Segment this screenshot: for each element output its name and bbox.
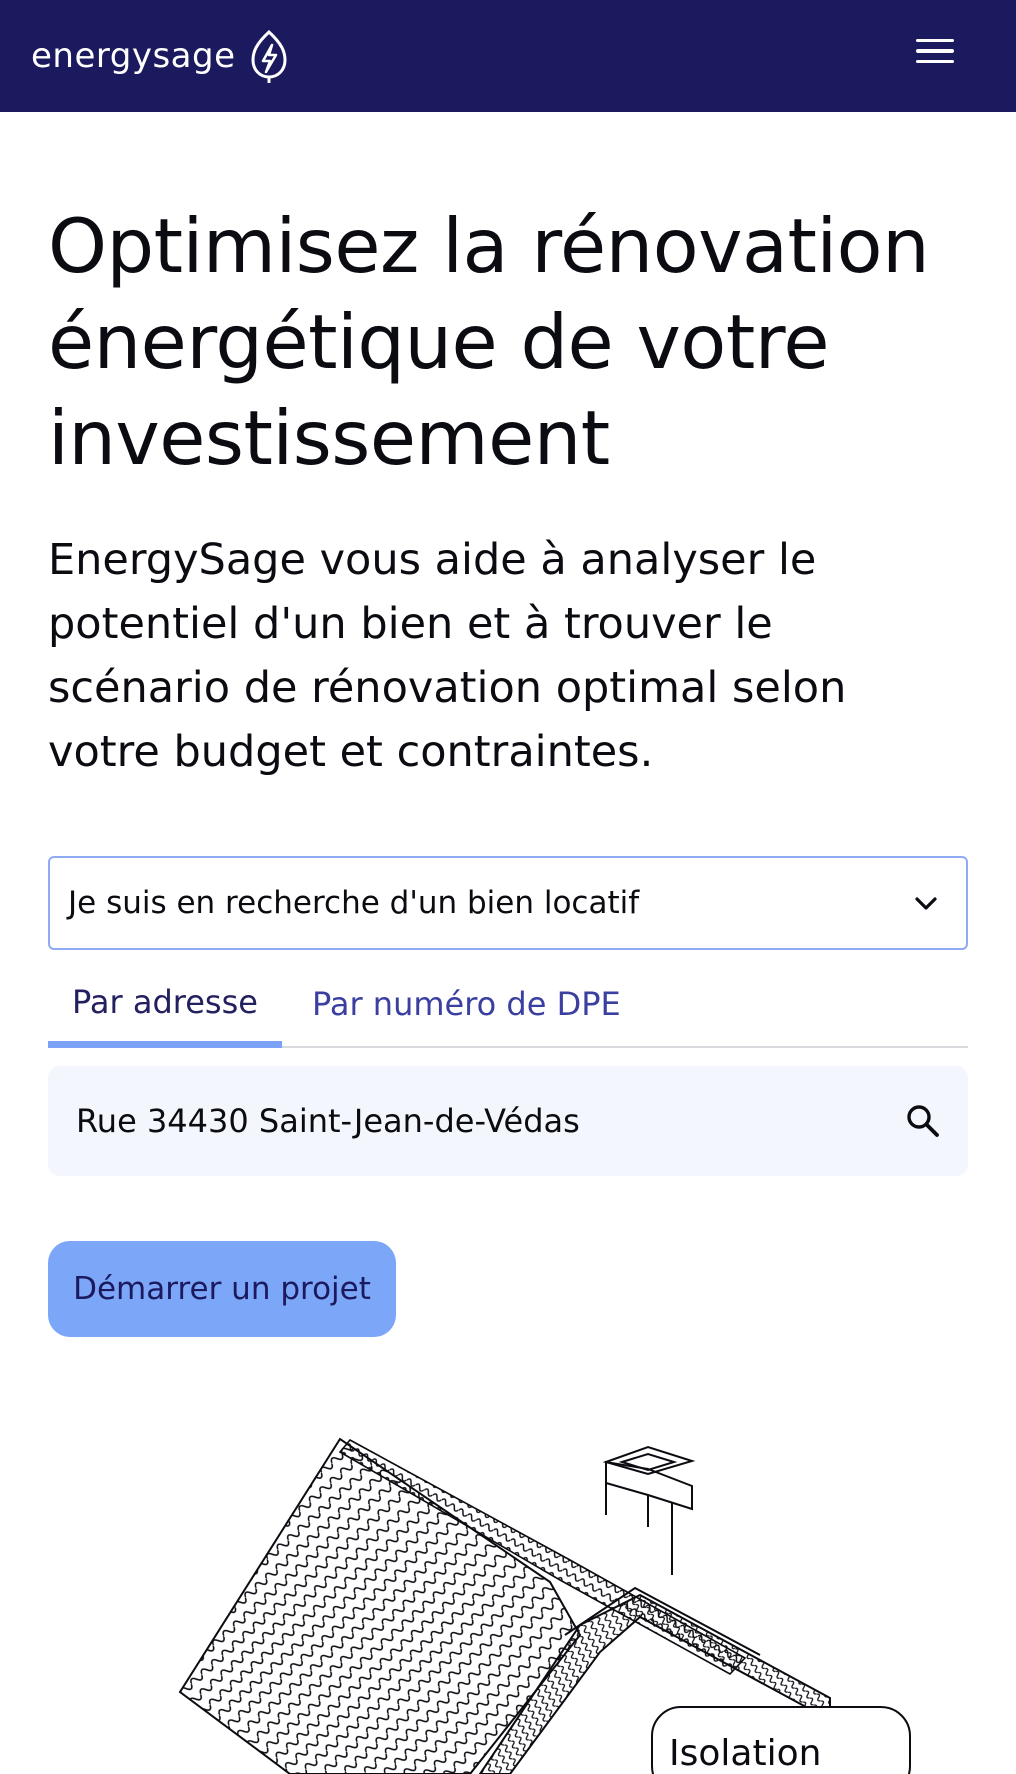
page-title: Optimisez la rénovation énergétique de v… (48, 202, 930, 482)
energysage-logo[interactable]: energysage (31, 28, 294, 84)
illustration-label-isolation: Isolation (651, 1706, 911, 1774)
menu-bar (916, 59, 954, 64)
profile-select[interactable]: Je suis en recherche d'un bien locatif (48, 856, 968, 950)
tab-par-adresse[interactable]: Par adresse (48, 960, 282, 1048)
address-input-value: Rue 34430 Saint-Jean-de-Védas (76, 1102, 580, 1140)
hamburger-menu-icon[interactable] (905, 30, 965, 72)
menu-bar (916, 49, 954, 53)
logo-text: energysage (31, 36, 236, 76)
page-subtitle: EnergySage vous aide à analyser le poten… (48, 535, 847, 777)
bolt-leaf-icon (251, 29, 287, 83)
tab-label: Par numéro de DPE (312, 985, 621, 1023)
search-icon[interactable] (904, 1102, 942, 1140)
profile-select-value: Je suis en recherche d'un bien locatif (68, 885, 640, 921)
top-navigation-bar: energysage (0, 0, 1016, 112)
address-search-input[interactable]: Rue 34430 Saint-Jean-de-Védas (48, 1066, 968, 1176)
tab-label: Par adresse (72, 982, 258, 1021)
search-mode-tabs: Par adresse Par numéro de DPE (48, 960, 968, 1048)
chevron-down-icon (915, 897, 937, 910)
menu-bar (916, 38, 954, 43)
tab-par-numero-dpe[interactable]: Par numéro de DPE (312, 960, 632, 1048)
start-project-button[interactable]: Démarrer un projet (48, 1241, 396, 1337)
